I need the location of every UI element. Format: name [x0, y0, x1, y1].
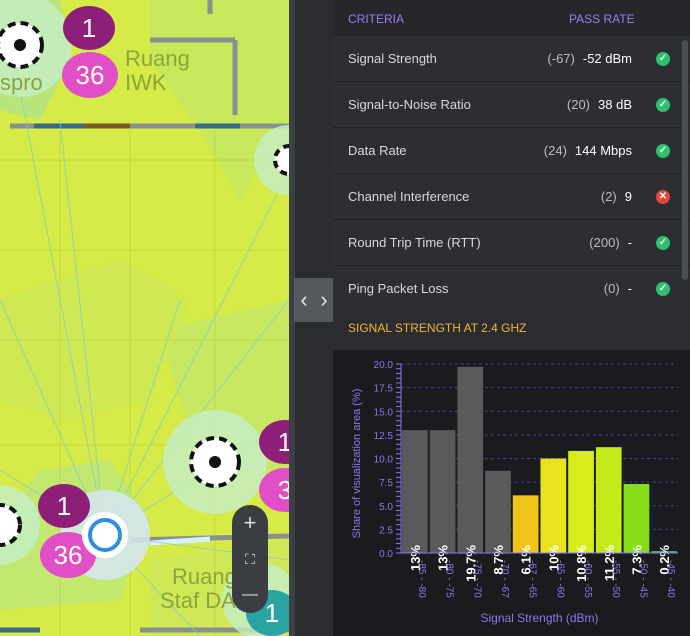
criteria-measured: 9	[624, 189, 632, 204]
criteria-row[interactable]: Data Rate (24) 144 Mbps ✓	[333, 128, 690, 174]
chart-bar	[402, 430, 428, 553]
heatmap-view[interactable]: Ruang IWK spro Ruang Staf DA 1 36 1 36 1…	[0, 0, 289, 636]
x-tick-label: -45 - -40	[665, 560, 676, 598]
chart-bar	[429, 430, 456, 553]
room-label: spro	[0, 70, 43, 95]
y-tick-label: 12.5	[374, 431, 394, 442]
location-marker-icon[interactable]	[82, 512, 128, 558]
criteria-row[interactable]: Channel Interference (2) 9 ✕	[333, 174, 690, 220]
x-axis-label: Signal Strength (dBm)	[480, 611, 598, 625]
pass-check-icon: ✓	[656, 144, 670, 158]
criteria-name: Signal Strength	[348, 51, 437, 66]
signal-section-header[interactable]: SIGNAL STRENGTH AT 2.4 GHZ	[333, 305, 690, 350]
y-axis-label: Share of visualization area (%)	[351, 389, 363, 539]
zoom-out-button[interactable]: —	[232, 577, 268, 613]
pass-check-icon: ✓	[656, 52, 670, 66]
x-tick-label: -80 - -75	[444, 560, 455, 598]
y-tick-label: 20.0	[374, 360, 394, 371]
x-tick-label: -65 - -60	[554, 560, 565, 598]
criteria-measured: 144 Mbps	[574, 143, 632, 158]
y-tick-label: 5.0	[379, 502, 393, 513]
criteria-column-header: CRITERIA	[348, 12, 405, 26]
pass-check-icon: ✓	[656, 236, 670, 250]
expand-right-arrow-icon[interactable]: ›	[314, 278, 334, 322]
criteria-value: (0) -	[604, 281, 632, 296]
criteria-list: Signal Strength (-67) -52 dBm ✓ Signal-to…	[333, 36, 690, 312]
criteria-measured: -52 dBm	[582, 51, 632, 66]
criteria-measured: -	[627, 235, 632, 250]
room-label: Ruang	[125, 46, 190, 71]
room-label: IWK	[125, 70, 167, 95]
chart-svg: 0.02.55.07.510.012.515.017.520.013%-85 -…	[351, 360, 678, 625]
chart-bar	[623, 484, 650, 553]
criteria-header: CRITERIA PASS RATE	[333, 0, 690, 36]
criteria-required: (20)	[566, 97, 591, 112]
results-panel: CRITERIA PASS RATE Signal Strength (-67)…	[333, 0, 690, 636]
criteria-name: Channel Interference	[348, 189, 470, 204]
criteria-measured: 38 dB	[598, 97, 632, 112]
y-tick-label: 17.5	[374, 384, 394, 395]
chart-bar	[568, 450, 594, 553]
y-tick-label: 7.5	[379, 478, 393, 489]
chart-bar	[540, 458, 567, 553]
criteria-required: (-67)	[547, 51, 575, 66]
chart-bar	[485, 470, 511, 553]
x-tick-label: -60 - -55	[582, 560, 593, 598]
criteria-value: (-67) -52 dBm	[547, 51, 632, 66]
y-tick-label: 0.0	[379, 549, 393, 560]
y-tick-label: 10.0	[374, 455, 394, 466]
pass-check-icon: ✓	[656, 282, 670, 296]
criteria-required: (2)	[600, 189, 617, 204]
ap-count-badge[interactable]: 1	[63, 6, 115, 50]
criteria-row[interactable]: Signal Strength (-67) -52 dBm ✓	[333, 36, 690, 82]
criteria-name: Ping Packet Loss	[348, 281, 449, 296]
criteria-value: (20) 38 dB	[567, 97, 632, 112]
y-tick-label: 15.0	[374, 407, 394, 418]
x-tick-label: -67 - -65	[527, 560, 538, 598]
pass-check-icon: ✓	[656, 98, 670, 112]
criteria-required: (0)	[603, 281, 620, 296]
y-tick-label: 2.5	[379, 525, 393, 536]
criteria-name: Data Rate	[348, 143, 407, 158]
x-tick-label: -50 - -45	[637, 560, 648, 598]
room-label: Ruang	[172, 564, 237, 589]
x-tick-label: -70 - -67	[499, 560, 510, 598]
criteria-required: (200)	[589, 235, 620, 250]
criteria-value: (200) -	[589, 235, 632, 250]
signal-section-title: SIGNAL STRENGTH AT 2.4 GHZ	[348, 321, 527, 335]
criteria-required: (24)	[543, 143, 567, 158]
criteria-scrollbar[interactable]	[682, 40, 688, 280]
chart-bar	[595, 447, 622, 553]
chart-bar	[512, 495, 539, 553]
fit-to-screen-button[interactable]: ⛶	[232, 541, 268, 577]
criteria-name: Round Trip Time (RTT)	[348, 235, 481, 250]
criteria-name: Signal-to-Noise Ratio	[348, 97, 471, 112]
collapse-left-arrow-icon[interactable]: ‹	[294, 278, 314, 322]
x-tick-label: -75 - -70	[471, 560, 482, 598]
criteria-row[interactable]: Round Trip Time (RTT) (200) - ✓	[333, 220, 690, 266]
chart-bar	[457, 366, 484, 553]
criteria-row[interactable]: Signal-to-Noise Ratio (20) 38 dB ✓	[333, 82, 690, 128]
x-tick-label: -85 - -80	[416, 560, 427, 598]
room-label: Staf DA	[160, 588, 236, 613]
criteria-value: (24) 144 Mbps	[544, 143, 632, 158]
criteria-value: (2) 9	[601, 189, 632, 204]
x-tick-label: -55 - -50	[610, 560, 621, 598]
pass-rate-column-header: PASS RATE	[569, 12, 635, 26]
signal-strength-chart: 0.0 2.5 5.0 7.5 10.0 12.5 15.0 17.5 20.0 13% -85 -…	[333, 350, 690, 636]
zoom-controls: + ⛶ —	[232, 505, 268, 613]
fail-cross-icon: ✕	[656, 190, 670, 204]
client-count-badge[interactable]: 36	[62, 52, 118, 98]
zoom-in-button[interactable]: +	[232, 505, 268, 541]
ap-count-badge[interactable]: 1	[38, 484, 90, 528]
criteria-measured: -	[627, 281, 632, 296]
panel-divider[interactable]: ‹ ›	[289, 0, 334, 636]
